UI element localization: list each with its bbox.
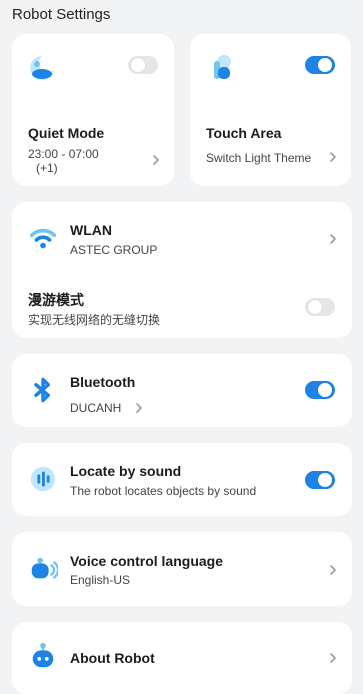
sound-locate-icon bbox=[30, 466, 56, 492]
touch-area-title: Touch Area bbox=[206, 125, 282, 141]
robot-icon bbox=[32, 642, 54, 668]
bluetooth-title: Bluetooth bbox=[70, 374, 136, 390]
chevron-right-icon bbox=[153, 155, 159, 165]
bluetooth-toggle[interactable] bbox=[305, 381, 335, 399]
wlan-title: WLAN bbox=[70, 222, 112, 238]
page-title: Robot Settings bbox=[12, 6, 111, 23]
bluetooth-card: Bluetooth DUCANH bbox=[12, 354, 352, 427]
roaming-toggle[interactable] bbox=[305, 298, 335, 316]
hand-touch-icon bbox=[214, 55, 231, 79]
touch-area-toggle[interactable] bbox=[305, 56, 335, 74]
chevron-right-icon bbox=[330, 234, 336, 244]
moon-icon bbox=[30, 56, 54, 80]
chevron-right-icon bbox=[330, 653, 336, 663]
wlan-row[interactable]: WLAN ASTEC GROUP bbox=[12, 202, 352, 274]
voice-robot-icon bbox=[31, 557, 58, 579]
about-robot-card[interactable]: About Robot bbox=[12, 622, 352, 694]
locate-sound-subtitle: The robot locates objects by sound bbox=[70, 484, 257, 498]
quiet-mode-card[interactable]: Quiet Mode 23:00 - 07:00 (+1) bbox=[12, 34, 174, 186]
locate-sound-title: Locate by sound bbox=[70, 463, 182, 479]
quiet-mode-toggle[interactable] bbox=[128, 56, 158, 74]
wifi-icon bbox=[29, 228, 57, 249]
touch-area-subtitle: Switch Light Theme bbox=[206, 151, 312, 165]
voice-language-card[interactable]: Voice control language English-US bbox=[12, 532, 352, 606]
voice-language-title: Voice control language bbox=[70, 553, 223, 569]
quiet-mode-next-day: (+1) bbox=[36, 161, 58, 175]
locate-sound-card: Locate by sound The robot locates object… bbox=[12, 443, 352, 516]
bluetooth-device[interactable]: DUCANH bbox=[70, 401, 121, 415]
touch-area-card[interactable]: Touch Area Switch Light Theme bbox=[190, 34, 351, 186]
wlan-network: ASTEC GROUP bbox=[70, 243, 158, 257]
network-card: WLAN ASTEC GROUP 漫游模式 实现无线网络的无缝切换 bbox=[12, 202, 352, 338]
voice-language-value: English-US bbox=[70, 573, 131, 587]
quiet-mode-time: 23:00 - 07:00 bbox=[28, 147, 99, 161]
chevron-right-icon bbox=[330, 152, 336, 162]
about-robot-title: About Robot bbox=[70, 650, 155, 666]
bluetooth-icon bbox=[34, 377, 50, 403]
roaming-subtitle: 实现无线网络的无缝切换 bbox=[28, 313, 161, 327]
roaming-title: 漫游模式 bbox=[28, 292, 84, 308]
chevron-right-icon bbox=[330, 565, 336, 575]
chevron-right-icon bbox=[136, 403, 142, 413]
locate-sound-toggle[interactable] bbox=[305, 471, 335, 489]
quiet-mode-title: Quiet Mode bbox=[28, 125, 105, 141]
